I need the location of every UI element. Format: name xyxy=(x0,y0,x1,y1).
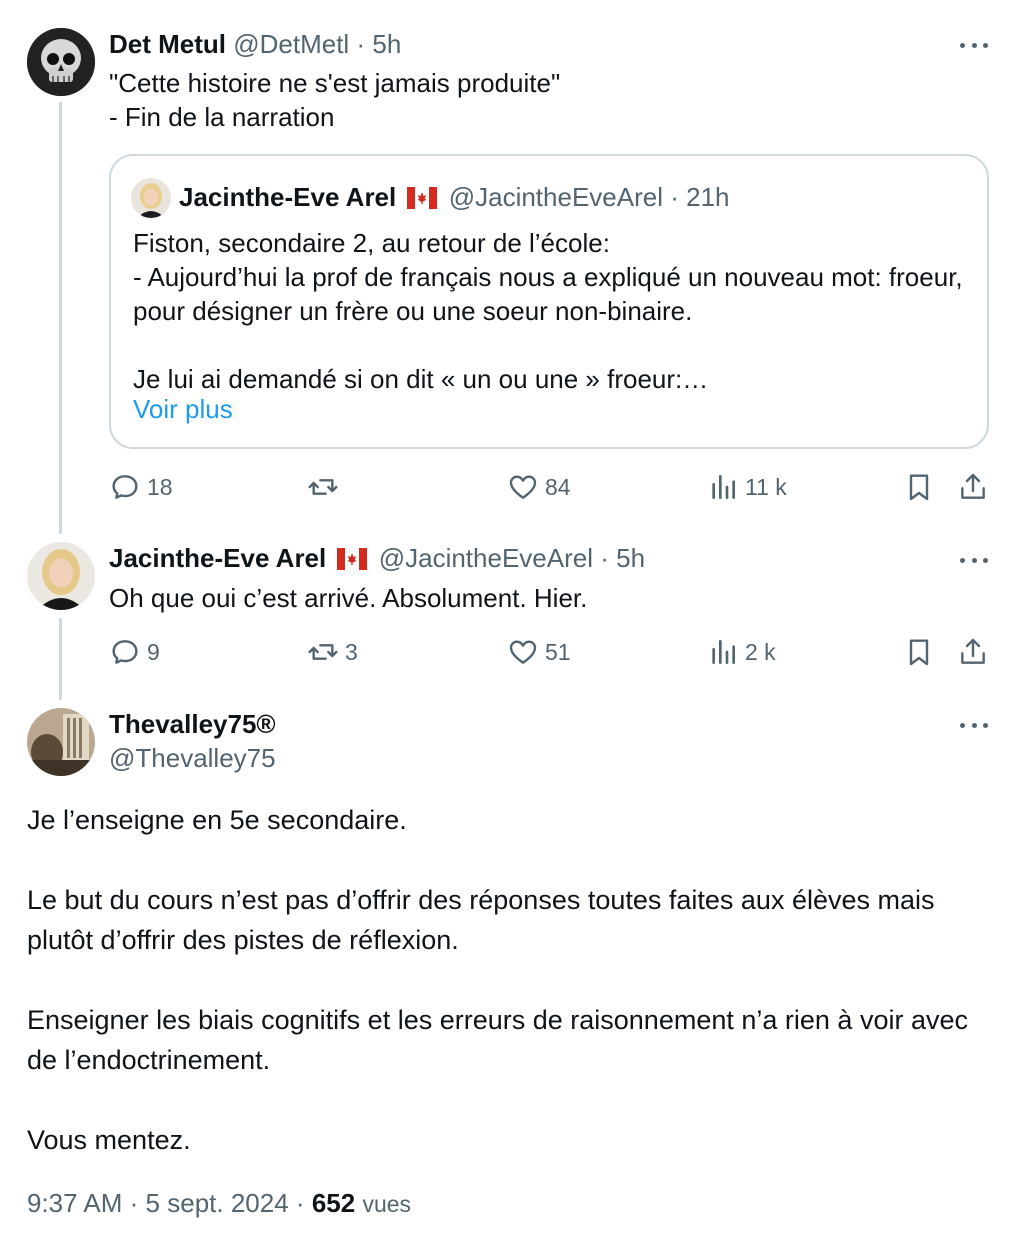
more-options-icon[interactable] xyxy=(960,719,988,731)
post-date[interactable]: 5 sept. 2024 xyxy=(146,1188,289,1218)
like-button[interactable]: 84 xyxy=(507,467,571,507)
separator-dot: · xyxy=(295,1188,305,1218)
heart-icon xyxy=(509,475,537,499)
reply-count: 18 xyxy=(147,473,173,500)
views-chart-icon xyxy=(712,640,735,664)
reply-count: 9 xyxy=(147,638,160,665)
post-jacinthe-reply[interactable]: Jacinthe-Eve Arel @JacintheEveArel · 5h … xyxy=(0,530,1022,690)
author-handle[interactable]: @JacintheEveArel xyxy=(449,182,663,212)
avatar[interactable] xyxy=(131,178,171,218)
person-avatar-icon xyxy=(131,178,171,218)
quoted-header: Jacinthe-Eve Arel @JacintheEveArel · 21h xyxy=(179,180,730,217)
like-count: 51 xyxy=(545,638,571,665)
avatar[interactable] xyxy=(27,28,95,96)
author-name[interactable]: Jacinthe-Eve Arel xyxy=(179,182,396,212)
repost-icon xyxy=(308,644,338,660)
bookmark-icon xyxy=(909,474,929,501)
author-handle[interactable]: @JacintheEveArel xyxy=(379,543,593,573)
quoted-post[interactable]: Jacinthe-Eve Arel @JacintheEveArel · 21h… xyxy=(109,154,989,449)
more-options-icon[interactable] xyxy=(960,554,988,566)
share-icon xyxy=(961,638,985,664)
avatar[interactable] xyxy=(27,708,95,776)
post-time[interactable]: 21h xyxy=(686,182,729,212)
canada-flag-icon xyxy=(337,545,368,577)
post-time[interactable]: 5h xyxy=(616,543,645,573)
author-name[interactable]: Thevalley75® xyxy=(109,708,276,740)
more-options-icon[interactable] xyxy=(960,39,988,51)
post-time[interactable]: 9:37 AM xyxy=(27,1188,122,1218)
reply-button[interactable]: 18 xyxy=(109,467,173,507)
repost-count: 3 xyxy=(345,638,358,665)
post-header: Det Metul @DetMetl · 5h xyxy=(109,28,401,60)
share-button[interactable] xyxy=(957,632,989,672)
author-handle[interactable]: @Thevalley75 xyxy=(109,742,276,774)
views-button[interactable]: 2 k xyxy=(707,632,776,672)
person-avatar-icon xyxy=(27,542,95,610)
views-button[interactable]: 11 k xyxy=(707,467,787,507)
post-text: "Cette histoire ne s'est jamais produite… xyxy=(109,68,561,132)
bookmark-icon xyxy=(909,639,929,666)
separator-dot: · xyxy=(129,1188,139,1218)
skull-avatar-icon xyxy=(27,28,95,96)
like-button[interactable]: 51 xyxy=(507,632,571,672)
post-header: Jacinthe-Eve Arel @JacintheEveArel · 5h xyxy=(109,542,645,577)
repost-button[interactable]: 3 xyxy=(307,632,358,672)
post-text: Oh que oui c’est arrivé. Absolument. Hie… xyxy=(109,583,588,613)
separator-dot: · xyxy=(670,182,679,212)
post-text: Je l’enseigne en 5e secondaire. Le but d… xyxy=(27,805,968,1155)
views-chart-icon xyxy=(712,475,735,499)
person-avatar-icon xyxy=(27,708,95,776)
post-meta: 9:37 AM · 5 sept. 2024 · 652 vues xyxy=(27,1186,411,1221)
views-count: 11 k xyxy=(745,473,787,500)
quoted-text: Fiston, secondaire 2, au retour de l’éco… xyxy=(133,228,963,394)
share-icon xyxy=(961,473,985,499)
post-det-metul[interactable]: Det Metul @DetMetl · 5h "Cette histoire … xyxy=(0,0,1022,530)
like-count: 84 xyxy=(545,473,571,500)
views-label: vues xyxy=(362,1191,412,1217)
separator-dot: · xyxy=(356,29,366,59)
heart-icon xyxy=(509,640,537,664)
share-button[interactable] xyxy=(957,467,989,507)
author-handle[interactable]: @DetMetl xyxy=(233,29,349,59)
post-time[interactable]: 5h xyxy=(372,29,401,59)
reply-icon xyxy=(112,640,138,664)
repost-icon xyxy=(308,479,338,495)
views-count: 2 k xyxy=(745,638,776,665)
bookmark-button[interactable] xyxy=(903,632,935,672)
reply-button[interactable]: 9 xyxy=(109,632,160,672)
repost-button[interactable] xyxy=(307,467,345,507)
author-name[interactable]: Jacinthe-Eve Arel xyxy=(109,543,326,573)
post-thevalley-focused[interactable]: Thevalley75® @Thevalley75 Je l’enseigne … xyxy=(0,690,1022,1248)
views-count: 652 xyxy=(311,1188,356,1218)
show-more-link[interactable]: Voir plus xyxy=(133,392,233,426)
bookmark-button[interactable] xyxy=(903,467,935,507)
action-bar: 9 3 51 2 k xyxy=(109,632,989,672)
post-header: Thevalley75® @Thevalley75 xyxy=(109,708,276,774)
author-name[interactable]: Det Metul xyxy=(109,29,226,59)
avatar[interactable] xyxy=(27,542,95,610)
action-bar: 18 84 11 k xyxy=(109,467,989,507)
reply-icon xyxy=(112,475,138,499)
canada-flag-icon xyxy=(407,183,438,217)
separator-dot: · xyxy=(600,543,609,573)
